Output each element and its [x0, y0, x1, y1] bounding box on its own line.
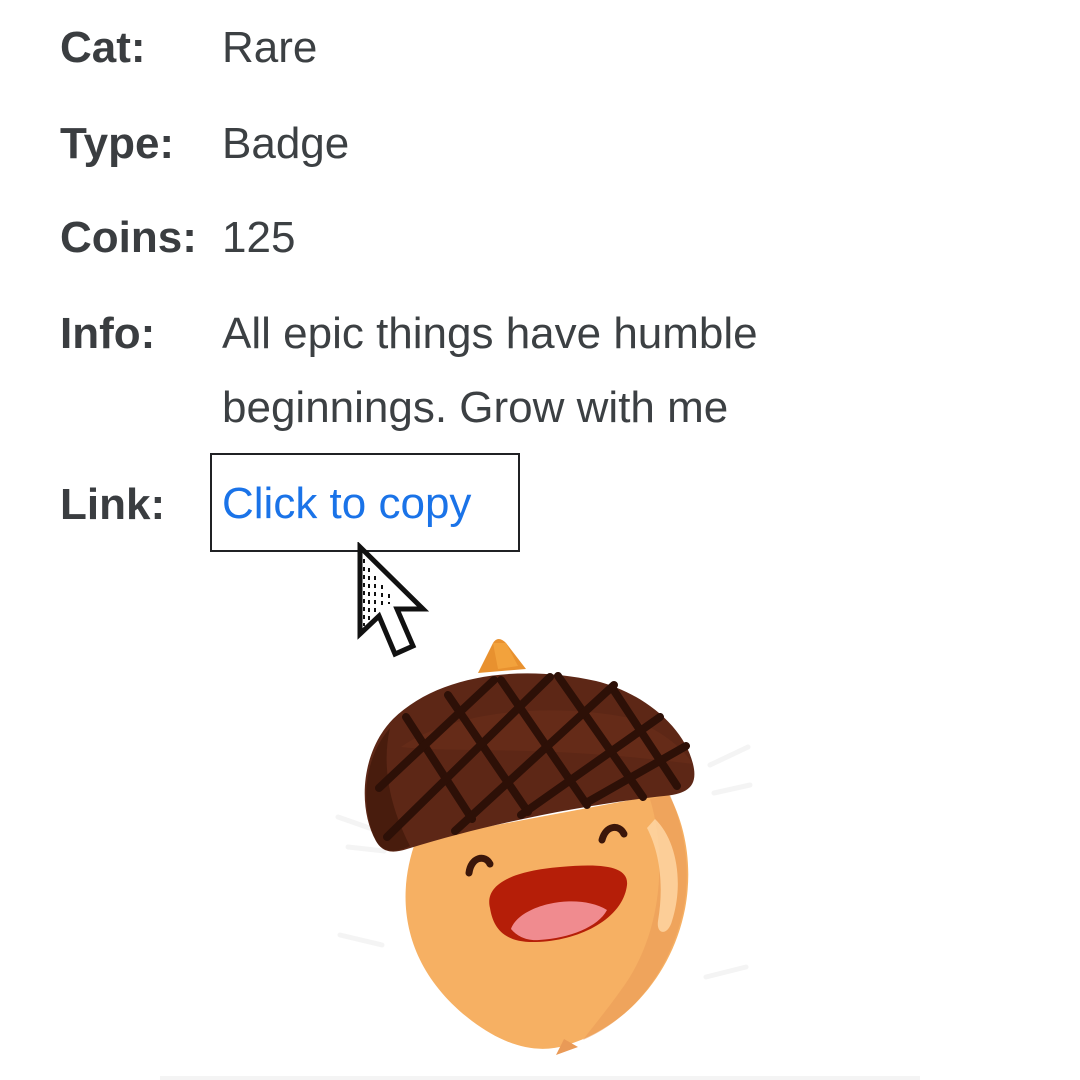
info-label: Info:	[60, 309, 156, 358]
coins-label: Coins:	[60, 213, 197, 262]
info-value: All epic things have humble beginnings. …	[222, 309, 758, 432]
category-value: Rare	[222, 23, 318, 72]
type-value: Badge	[222, 119, 350, 168]
type-label: Type:	[60, 119, 175, 168]
acorn-character-icon	[335, 639, 753, 1055]
link-label: Link:	[60, 480, 166, 529]
coins-value: 125	[222, 213, 296, 262]
ground-shadow	[160, 1076, 920, 1080]
copy-link-button[interactable]: Click to copy	[210, 453, 520, 552]
copy-link-text[interactable]: Click to copy	[222, 467, 471, 541]
category-label: Cat:	[60, 23, 146, 72]
